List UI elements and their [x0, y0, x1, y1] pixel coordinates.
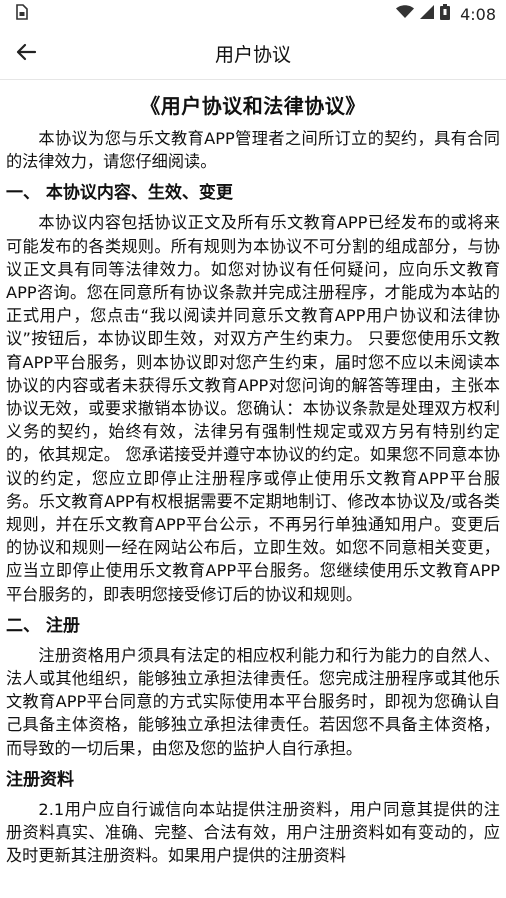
app-bar: 用户协议 — [0, 28, 506, 80]
status-bar: 4:08 — [0, 0, 506, 28]
section-heading-1: 一、 本协议内容、生效、变更 — [6, 183, 233, 204]
battery-icon — [440, 4, 451, 24]
agreement-content[interactable]: 《用户协议和法律协议》 本协议为您与乐文教育APP管理者之间所订立的契约，具有合… — [0, 80, 506, 898]
section-body-3: 2.1用户应自行诚信向本站提供注册资料，用户同意其提供的注册资料真实、准确、完整… — [6, 799, 500, 866]
back-button[interactable] — [6, 34, 46, 74]
page-title: 用户协议 — [214, 44, 291, 66]
section-body-2: 注册资格用户须具有法定的相应权利能力和行为能力的自然人、法人或其他组织，能够独立… — [6, 645, 500, 758]
section-body-1: 本协议内容包括协议正文及所有乐文教育APP已经发布的或将来可能发布的各类规则。所… — [6, 213, 500, 604]
document-title: 《用户协议和法律协议》 — [140, 94, 366, 118]
section-heading-3: 注册资料 — [6, 769, 74, 790]
wifi-icon — [396, 5, 415, 23]
status-time: 4:08 — [460, 4, 496, 24]
signal-icon — [420, 5, 435, 23]
arrow-left-icon — [14, 40, 38, 68]
section-heading-2: 二、 注册 — [6, 615, 80, 636]
sim-icon — [14, 4, 28, 24]
intro-paragraph: 本协议为您与乐文教育APP管理者之间所订立的契约，具有合同的法律效力，请您仔细阅… — [6, 129, 500, 172]
